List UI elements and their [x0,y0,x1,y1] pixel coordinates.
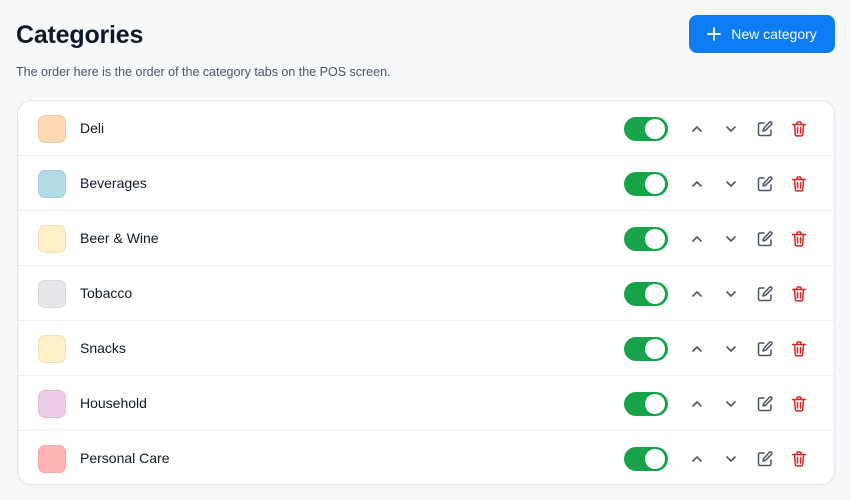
category-row: Tobacco [18,266,834,321]
category-enabled-toggle[interactable] [624,227,668,251]
category-name: Deli [80,120,105,136]
category-color-swatch [38,170,66,198]
new-category-label: New category [731,26,817,42]
edit-button[interactable] [754,393,776,415]
move-down-button[interactable] [720,173,742,195]
edit-icon [757,451,773,467]
chevron-up-icon [692,346,702,352]
trash-icon [791,396,807,412]
move-down-button[interactable] [720,338,742,360]
chevron-up-icon [692,291,702,297]
trash-icon [791,341,807,357]
edit-icon [757,121,773,137]
toggle-knob [645,449,665,469]
chevron-up-icon [692,181,702,187]
plus-icon [707,27,722,41]
toggle-knob [645,284,665,304]
chevron-down-icon [726,181,736,187]
trash-icon [791,451,807,467]
move-down-button[interactable] [720,393,742,415]
trash-icon [791,286,807,302]
category-color-swatch [38,280,66,308]
move-down-button[interactable] [720,448,742,470]
toggle-knob [645,229,665,249]
chevron-down-icon [726,126,736,132]
edit-icon [757,231,773,247]
category-color-swatch [38,390,66,418]
category-row: Deli [18,101,834,156]
category-enabled-toggle[interactable] [624,337,668,361]
edit-icon [757,341,773,357]
edit-button[interactable] [754,338,776,360]
toggle-knob [645,394,665,414]
move-up-button[interactable] [686,228,708,250]
move-up-button[interactable] [686,173,708,195]
move-up-button[interactable] [686,283,708,305]
category-name: Tobacco [80,285,133,301]
chevron-down-icon [726,236,736,242]
category-enabled-toggle[interactable] [624,447,668,471]
chevron-down-icon [726,291,736,297]
chevron-up-icon [692,401,702,407]
trash-icon [791,176,807,192]
toggle-knob [645,339,665,359]
category-enabled-toggle[interactable] [624,282,668,306]
delete-button[interactable] [788,228,810,250]
edit-icon [757,286,773,302]
category-name: Beer & Wine [80,230,159,246]
category-name: Personal Care [80,450,170,466]
category-name: Snacks [80,340,126,356]
category-name: Beverages [80,175,147,191]
new-category-button[interactable]: New category [689,15,835,53]
category-enabled-toggle[interactable] [624,392,668,416]
page-title: Categories [16,21,144,49]
move-up-button[interactable] [686,448,708,470]
delete-button[interactable] [788,173,810,195]
edit-button[interactable] [754,173,776,195]
trash-icon [791,121,807,137]
delete-button[interactable] [788,448,810,470]
edit-button[interactable] [754,228,776,250]
category-row: Beverages [18,156,834,211]
chevron-up-icon [692,126,702,132]
category-name: Household [80,395,147,411]
category-row: Snacks [18,321,834,376]
toggle-knob [645,174,665,194]
chevron-up-icon [692,236,702,242]
edit-button[interactable] [754,118,776,140]
edit-button[interactable] [754,448,776,470]
edit-button[interactable] [754,283,776,305]
chevron-down-icon [726,346,736,352]
category-list: Deli Beverages Beer & Wine Tobacco Snack… [17,100,835,485]
category-row: Personal Care [18,431,834,484]
category-color-swatch [38,445,66,473]
category-row: Beer & Wine [18,211,834,266]
move-up-button[interactable] [686,118,708,140]
edit-icon [757,396,773,412]
category-enabled-toggle[interactable] [624,117,668,141]
category-color-swatch [38,335,66,363]
chevron-down-icon [726,456,736,462]
category-color-swatch [38,115,66,143]
category-color-swatch [38,225,66,253]
category-enabled-toggle[interactable] [624,172,668,196]
chevron-up-icon [692,456,702,462]
toggle-knob [645,119,665,139]
page-subtitle: The order here is the order of the categ… [16,65,391,79]
move-up-button[interactable] [686,393,708,415]
move-down-button[interactable] [720,283,742,305]
trash-icon [791,231,807,247]
edit-icon [757,176,773,192]
move-down-button[interactable] [720,118,742,140]
category-row: Household [18,376,834,431]
delete-button[interactable] [788,393,810,415]
move-up-button[interactable] [686,338,708,360]
chevron-down-icon [726,401,736,407]
delete-button[interactable] [788,118,810,140]
delete-button[interactable] [788,338,810,360]
move-down-button[interactable] [720,228,742,250]
delete-button[interactable] [788,283,810,305]
